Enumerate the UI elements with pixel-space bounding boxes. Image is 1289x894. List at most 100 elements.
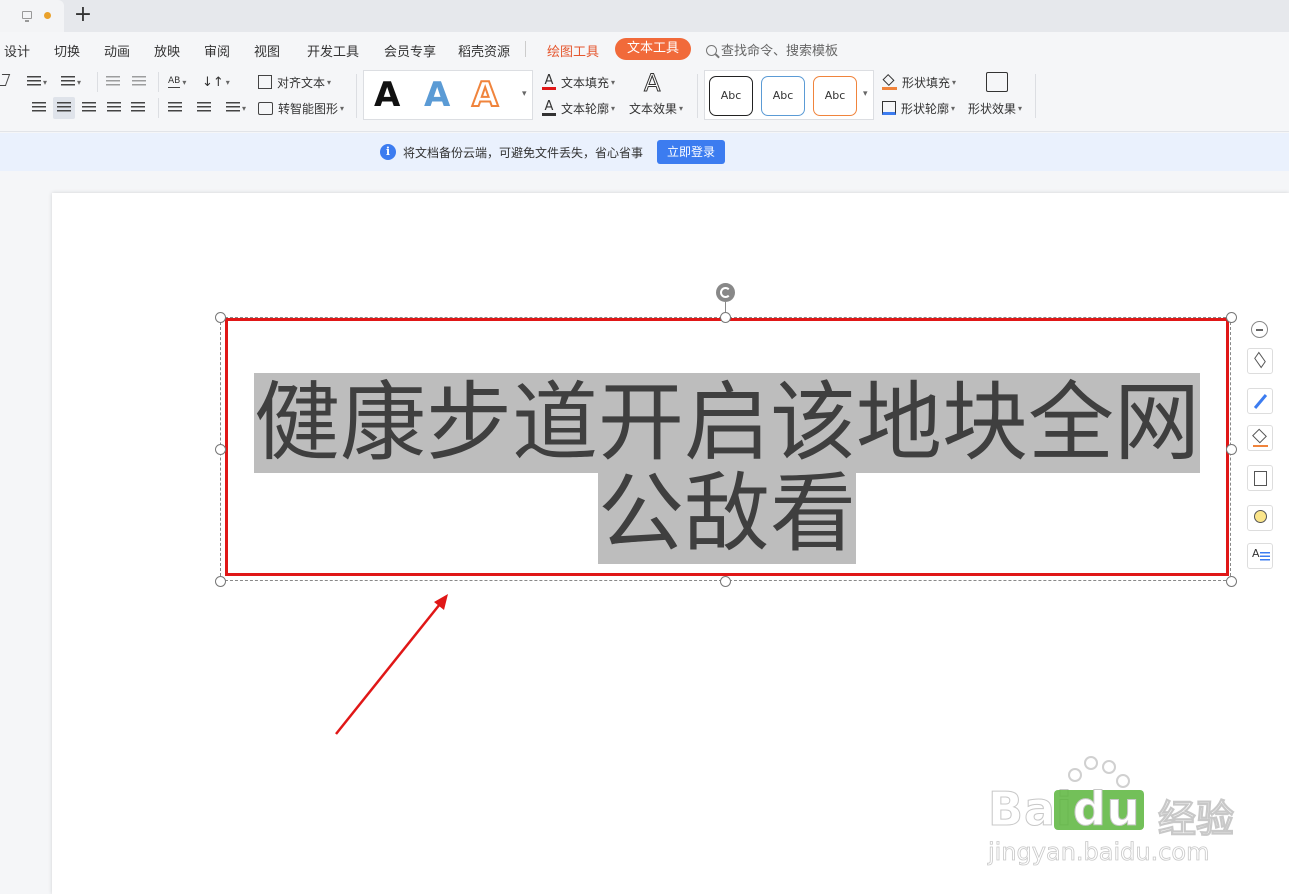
outline-icon [1254, 471, 1267, 486]
text-direction-button[interactable]: ↓↑ ▾ [202, 72, 230, 92]
numbered-list-icon [61, 76, 75, 88]
align-left-button[interactable] [32, 98, 46, 118]
text-format-icon: A [1252, 547, 1260, 560]
distribute-button[interactable] [131, 98, 145, 118]
divider [356, 74, 357, 118]
align-right-button[interactable] [82, 98, 96, 118]
shape-style-blue[interactable]: Abc [761, 76, 805, 116]
shape-outline-button[interactable]: 形状轮廓 ▾ [882, 98, 955, 118]
wordart-gallery: A A A ▾ [363, 70, 533, 120]
char-spacing-icon: AB [168, 76, 181, 88]
smart-shape-label: 转智能图形 [278, 101, 339, 116]
menu-slideshow[interactable]: 放映 [154, 41, 180, 60]
wordart-style-orange-outline[interactable]: A [471, 76, 499, 114]
char-spacing-button[interactable]: AB ▾ [168, 72, 186, 92]
text-effect-icon: A [643, 69, 661, 97]
align-text-button[interactable]: 对齐文本 ▾ [258, 72, 331, 92]
shape-effect-label: 形状效果 [968, 101, 1017, 116]
wordart-style-black[interactable]: A [374, 77, 400, 113]
gallery-more-icon[interactable]: ▾ [863, 89, 868, 99]
text-format-button[interactable]: A [1247, 543, 1273, 569]
annotation-arrow [335, 594, 448, 735]
login-button[interactable]: 立即登录 [657, 140, 725, 164]
wordart-style-blue[interactable]: A [424, 77, 450, 113]
menu-design[interactable]: 设计 [4, 41, 30, 60]
menu-divider [525, 41, 526, 57]
menu-view[interactable]: 视图 [254, 41, 280, 60]
layers-icon [1254, 351, 1266, 369]
resize-handle-left[interactable] [215, 444, 226, 455]
shape-effect-button[interactable]: 形状效果 ▾ [968, 98, 1022, 118]
format-painter-button[interactable] [1247, 388, 1273, 414]
resize-handle-bottom[interactable] [720, 576, 731, 587]
numbered-list-button[interactable]: ▾ [61, 72, 81, 92]
resize-handle-top-left[interactable] [215, 312, 226, 323]
increase-indent-button[interactable] [132, 72, 146, 92]
shape-outline-icon [882, 101, 896, 115]
text-fill-button[interactable]: A 文本填充 ▾ [542, 72, 615, 92]
eraser-icon[interactable] [0, 74, 11, 86]
align-center-button[interactable] [53, 97, 75, 119]
spacing-options-button[interactable]: ▾ [226, 98, 246, 118]
resize-handle-top[interactable] [720, 312, 731, 323]
text-outline-button[interactable]: A 文本轮廓 ▾ [542, 98, 615, 118]
bullet-list-button[interactable]: ▾ [27, 72, 47, 92]
align-right-icon [82, 102, 96, 114]
gallery-more-icon[interactable]: ▾ [522, 89, 527, 99]
text-effect-button[interactable]: 文本效果 ▾ [629, 98, 683, 118]
paw-icon [1068, 768, 1082, 782]
align-center-icon [57, 102, 71, 114]
text-fill-icon: A [542, 74, 556, 90]
menu-text-tools[interactable]: 文本工具 [615, 38, 692, 60]
resize-handle-top-right[interactable] [1226, 312, 1237, 323]
shape-style-black[interactable]: Abc [709, 76, 753, 116]
baidu-watermark: Baidu 经验 jingyan.baidu.com [988, 756, 1235, 866]
layers-button[interactable] [1247, 348, 1273, 374]
rotate-handle-icon[interactable] [716, 283, 735, 302]
divider [1035, 74, 1036, 118]
paragraph-spacing-button[interactable] [197, 98, 211, 118]
shape-fill-icon [882, 73, 897, 90]
justify-button[interactable] [107, 98, 121, 118]
decrease-indent-button[interactable] [106, 72, 120, 92]
bullet-list-icon [27, 76, 41, 88]
menu-transition[interactable]: 切换 [54, 41, 80, 60]
document-tab[interactable] [0, 0, 64, 32]
line-spacing-button[interactable] [168, 98, 182, 118]
menu-member[interactable]: 会员专享 [384, 41, 436, 60]
lightbulb-icon [1254, 510, 1267, 523]
smart-shape-icon [258, 101, 273, 115]
divider [697, 74, 698, 118]
backup-notice-text: 将文档备份云端，可避免文件丢失，省心省事 [403, 146, 644, 160]
slide-textbox-content[interactable]: 健康步道开启该地块全网 公敌看 [226, 373, 1228, 564]
align-text-icon [258, 75, 272, 89]
text-effect-label: 文本效果 [629, 101, 678, 116]
align-text-label: 对齐文本 [277, 75, 326, 90]
new-tab-button[interactable]: + [72, 3, 94, 27]
menu-docer[interactable]: 稻壳资源 [458, 41, 510, 60]
menu-drawing-tools[interactable]: 绘图工具 [547, 41, 599, 60]
resize-handle-bottom-left[interactable] [215, 576, 226, 587]
menu-review[interactable]: 审阅 [204, 41, 230, 60]
smart-shape-button[interactable]: 转智能图形 ▾ [258, 98, 344, 118]
text-direction-icon: ↓↑ [202, 74, 224, 90]
shape-fill-button[interactable]: 形状填充 ▾ [882, 72, 956, 92]
divider [97, 72, 98, 92]
menu-animation[interactable]: 动画 [104, 41, 130, 60]
shape-fill-label: 形状填充 [902, 75, 951, 90]
outline-button[interactable] [1247, 465, 1273, 491]
info-icon: i [380, 144, 396, 160]
selected-text-line-1: 健康步道开启该地块全网 [254, 373, 1200, 473]
search-placeholder: 查找命令、搜索模板 [721, 44, 839, 59]
smart-suggest-button[interactable] [1247, 505, 1273, 531]
collapse-toolbar-icon[interactable] [1251, 321, 1268, 338]
brush-icon [1253, 394, 1268, 409]
menu-bar: 设计 切换 动画 放映 审阅 视图 开发工具 会员专享 稻壳资源 绘图工具 文本… [0, 32, 1289, 66]
watermark-url: jingyan.baidu.com [988, 838, 1210, 867]
fill-button[interactable] [1247, 425, 1273, 451]
shape-style-orange[interactable]: Abc [813, 76, 857, 116]
command-search[interactable]: 查找命令、搜索模板 [706, 40, 838, 59]
align-left-icon [32, 102, 46, 114]
menu-developer[interactable]: 开发工具 [307, 41, 359, 60]
resize-handle-bottom-right[interactable] [1226, 576, 1237, 587]
